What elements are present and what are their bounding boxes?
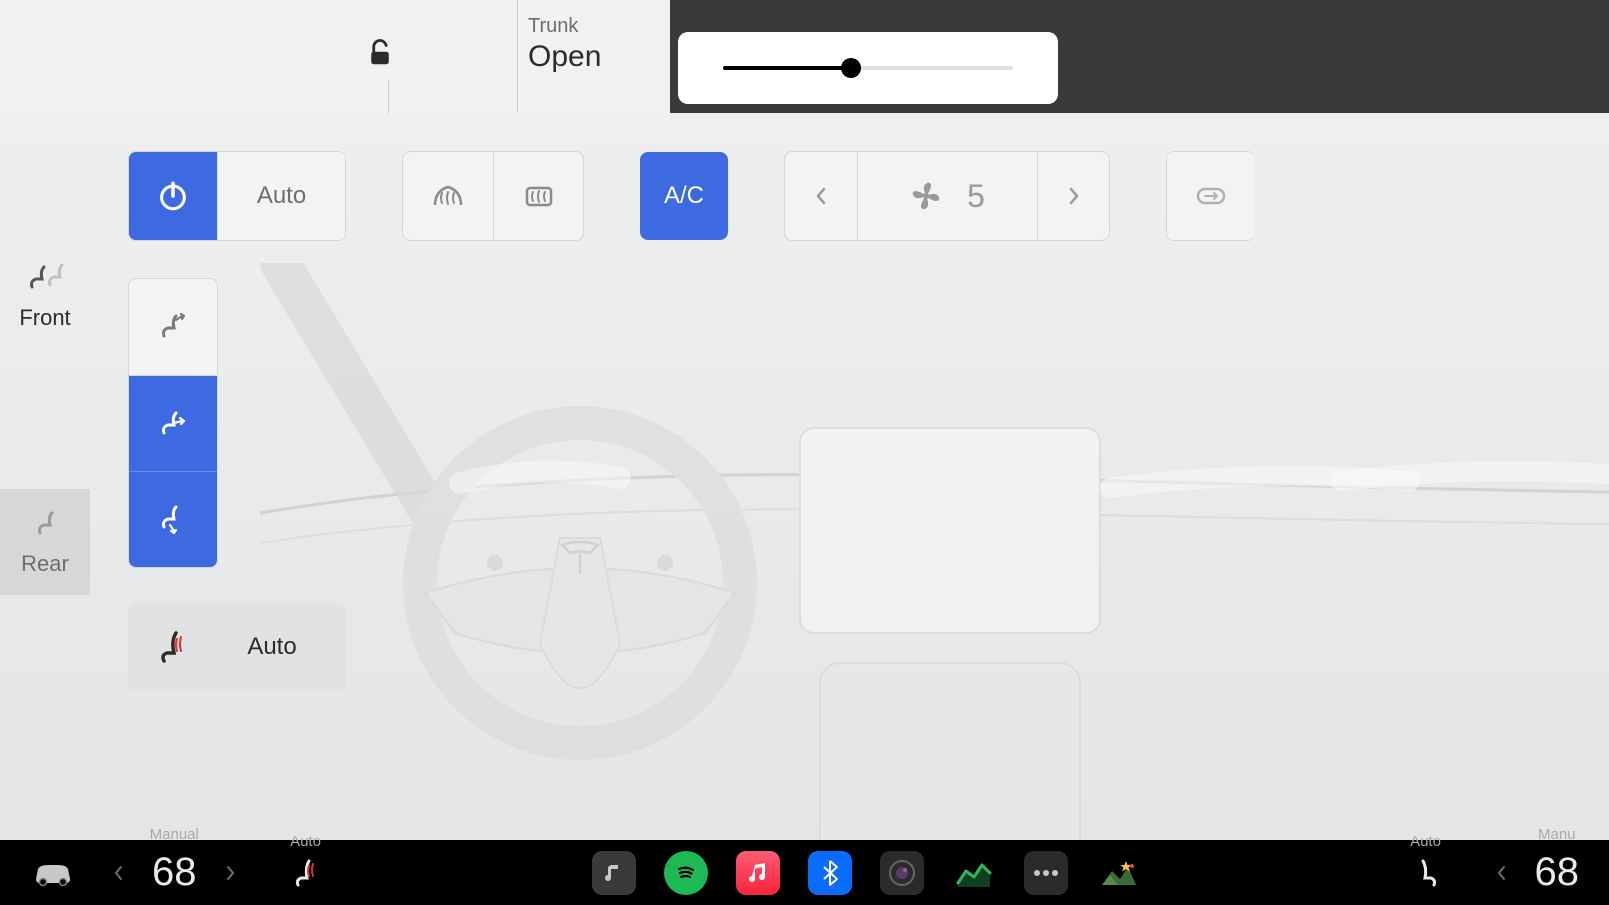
camera-lens-icon: [887, 858, 917, 888]
seat-rear-icon: [26, 509, 64, 539]
defrost-group: [402, 151, 584, 241]
divider: [517, 0, 518, 113]
seat-icon: [1413, 857, 1439, 889]
passenger-seat-heat-button[interactable]: Auto: [1413, 857, 1439, 889]
passenger-temp-value[interactable]: Manu 68: [1535, 850, 1580, 895]
fan-icon: [910, 180, 942, 212]
airflow-mid-icon: [156, 407, 190, 441]
power-button[interactable]: [129, 152, 217, 240]
app-energy[interactable]: [952, 851, 996, 895]
sidebar-item-rear[interactable]: Rear: [0, 489, 90, 595]
bluetooth-icon: [821, 859, 839, 887]
trunk-status-value: Open: [528, 40, 601, 74]
car-status-button[interactable]: [30, 859, 76, 887]
temp-decrease-button[interactable]: [1489, 865, 1515, 881]
auto-button[interactable]: Auto: [217, 152, 345, 240]
driver-temp-control: Manual 68: [106, 850, 243, 895]
driver-temp-value[interactable]: Manual 68: [152, 850, 197, 895]
power-icon: [156, 179, 190, 213]
fan-decrease-button[interactable]: [785, 152, 857, 240]
recirculate-icon: [1194, 183, 1228, 209]
temp-increase-button[interactable]: [217, 865, 243, 881]
brightness-slider[interactable]: [678, 32, 1058, 104]
chevron-right-icon: [1068, 186, 1080, 206]
chevron-left-icon: [815, 186, 827, 206]
defrost-front-icon: [431, 181, 465, 211]
recirc-group: [1166, 151, 1255, 241]
slider-fill: [723, 66, 851, 70]
sidebar-item-front[interactable]: Front: [0, 243, 90, 349]
ac-label: A/C: [664, 182, 704, 210]
apple-music-icon: [747, 861, 769, 885]
cabin-illustration: [260, 263, 1609, 840]
passenger-seat-label: Auto: [1410, 833, 1441, 850]
seat-auto-label: Auto: [218, 633, 346, 661]
app-dashcam[interactable]: [880, 851, 924, 895]
app-launcher: [592, 851, 1140, 895]
seat-heat-icon: [293, 857, 319, 889]
sidebar-rear-label: Rear: [21, 551, 69, 577]
app-theater[interactable]: [1096, 851, 1140, 895]
unlock-icon: [365, 38, 395, 68]
car-icon: [30, 859, 76, 887]
chevron-left-icon: [1497, 865, 1507, 881]
climate-main: Front Rear Auto: [0, 113, 1609, 840]
chevron-right-icon: [225, 865, 235, 881]
ac-button[interactable]: A/C: [640, 152, 728, 240]
airflow-mid-button[interactable]: [129, 375, 217, 471]
airflow-direction-group: [128, 278, 218, 568]
defrost-rear-icon: [522, 181, 556, 211]
fan-increase-button[interactable]: [1037, 152, 1109, 240]
scenery-icon: [1098, 857, 1138, 889]
zone-sidebar: Front Rear: [0, 113, 90, 840]
seat-heat-icon: [158, 629, 188, 665]
app-more[interactable]: [1024, 851, 1068, 895]
fan-speed-display: 5: [857, 152, 1037, 240]
app-apple-music[interactable]: [736, 851, 780, 895]
slider-track: [723, 66, 1013, 70]
trunk-label: Trunk: [528, 15, 601, 38]
airflow-feet-button[interactable]: [129, 471, 217, 567]
passenger-mode-label: Manu: [1538, 826, 1576, 843]
auto-label: Auto: [257, 182, 306, 210]
passenger-temp-control: Manu 68: [1489, 850, 1580, 895]
airflow-feet-icon: [156, 503, 190, 537]
driver-seat-label: Auto: [290, 833, 321, 850]
defrost-front-button[interactable]: [403, 152, 493, 240]
defrost-rear-button[interactable]: [493, 152, 583, 240]
more-dots-icon: [1032, 869, 1060, 877]
slider-knob[interactable]: [841, 58, 861, 78]
spotify-icon: [673, 860, 699, 886]
seat-heat-auto-button[interactable]: Auto: [128, 603, 346, 691]
divider: [388, 80, 389, 113]
bottom-bar: Manual 68 Auto: [0, 840, 1609, 905]
app-music[interactable]: [592, 851, 636, 895]
temp-decrease-button[interactable]: [106, 865, 132, 881]
sidebar-front-label: Front: [19, 305, 70, 331]
app-spotify[interactable]: [664, 851, 708, 895]
climate-controls-row: Auto A/C: [128, 151, 1255, 241]
chevron-left-icon: [114, 865, 124, 881]
chart-icon: [956, 859, 992, 887]
driver-seat-heat-button[interactable]: Auto: [293, 857, 319, 889]
app-bluetooth[interactable]: [808, 851, 852, 895]
power-auto-group: Auto: [128, 151, 346, 241]
header: Trunk Open: [0, 0, 1609, 113]
music-note-icon: [604, 862, 624, 884]
fan-speed-value: 5: [967, 178, 985, 215]
trunk-status[interactable]: Trunk Open: [528, 15, 601, 74]
recirculate-button[interactable]: [1167, 152, 1255, 240]
airflow-face-icon: [156, 310, 190, 344]
seat-front-icon: [26, 263, 64, 293]
airflow-face-button[interactable]: [129, 279, 217, 375]
fan-speed-group: 5: [784, 151, 1110, 241]
lock-toggle[interactable]: [365, 38, 395, 68]
driver-mode-label: Manual: [150, 826, 199, 843]
